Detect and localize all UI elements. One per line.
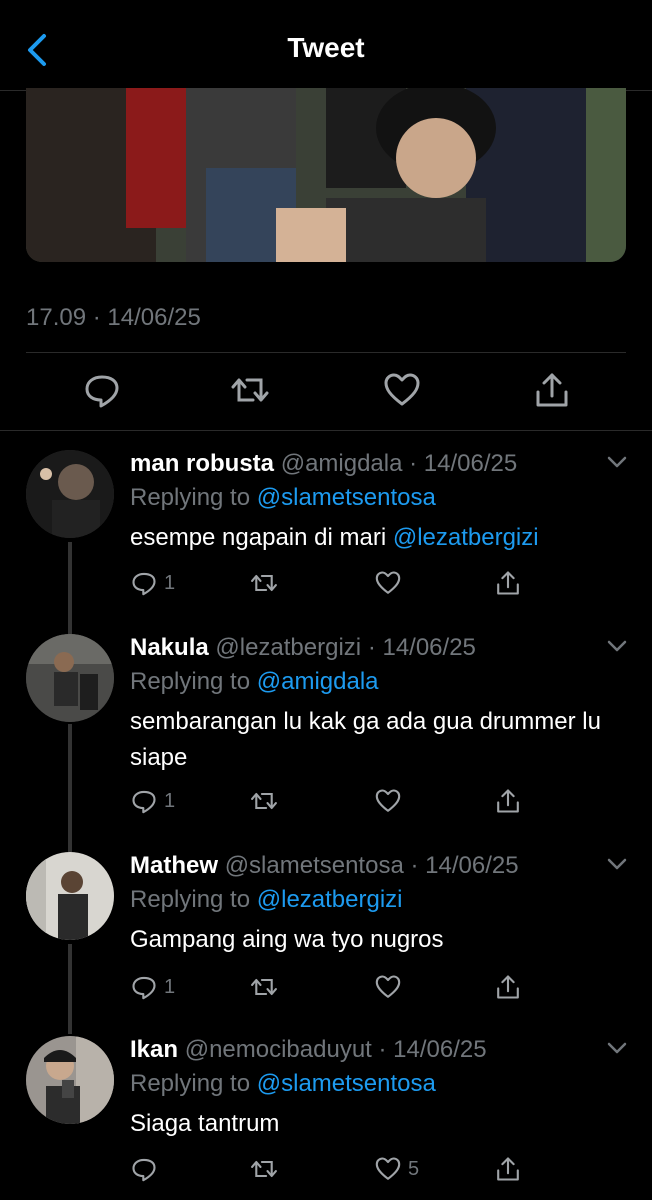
- chevron-down-icon[interactable]: [606, 856, 628, 872]
- reply-button[interactable]: 1: [130, 786, 175, 816]
- display-name[interactable]: Ikan: [130, 1036, 178, 1063]
- retweet-icon: [251, 1160, 277, 1178]
- replying-to: Replying to @slametsentosa: [130, 484, 436, 511]
- reply-icon: [132, 1158, 156, 1182]
- share-button[interactable]: [494, 568, 522, 598]
- mention-link[interactable]: @amigdala: [257, 668, 379, 695]
- retweet-icon: [251, 574, 277, 592]
- reply-button[interactable]: 1: [130, 972, 175, 1002]
- reply-action-bar: 1: [130, 786, 530, 816]
- handle: @slametsentosa: [224, 852, 404, 879]
- date: · 14/06/25: [410, 852, 519, 879]
- share-icon: [497, 975, 519, 999]
- chevron-down-icon[interactable]: [606, 1040, 628, 1056]
- divider: [0, 430, 652, 431]
- handle: @amigdala: [280, 450, 403, 477]
- like-count: 5: [408, 1157, 420, 1180]
- share-button[interactable]: [494, 786, 522, 816]
- date: · 14/06/25: [378, 1036, 487, 1063]
- display-name[interactable]: Mathew: [130, 852, 218, 879]
- share-icon: [497, 789, 519, 813]
- reply-count: 1: [164, 571, 176, 594]
- like-button[interactable]: [374, 786, 408, 816]
- reply-button[interactable]: 1: [130, 568, 175, 598]
- display-name[interactable]: Nakula: [130, 634, 209, 661]
- display-name[interactable]: man robusta: [130, 450, 274, 477]
- mention-link[interactable]: @lezatbergizi: [257, 886, 403, 913]
- avatar[interactable]: [26, 634, 114, 722]
- date: · 14/06/25: [367, 634, 476, 661]
- reply-tweet[interactable]: Ikan @nemocibaduyut · 14/06/25 Replying …: [0, 1036, 652, 1200]
- reply-tweet[interactable]: man robusta @amigdala · 14/06/25 Replyin…: [0, 450, 652, 620]
- mention-link[interactable]: @lezatbergizi: [393, 524, 539, 551]
- avatar[interactable]: [26, 1036, 114, 1124]
- retweet-button[interactable]: [250, 1154, 278, 1184]
- mention-link[interactable]: @slametsentosa: [257, 484, 436, 511]
- retweet-button[interactable]: [250, 786, 278, 816]
- reply-count: 1: [164, 975, 176, 998]
- divider: [26, 352, 626, 353]
- mention-link[interactable]: @slametsentosa: [257, 1070, 436, 1097]
- replying-to: Replying to @lezatbergizi: [130, 886, 403, 913]
- page-title: Tweet: [287, 32, 365, 63]
- date: · 14/06/25: [409, 450, 518, 477]
- retweet-icon[interactable]: [230, 370, 270, 410]
- like-button[interactable]: 5: [374, 1154, 419, 1184]
- reply-count: 1: [164, 789, 176, 812]
- share-icon: [497, 571, 519, 595]
- like-icon: [375, 789, 401, 812]
- replying-to: Replying to @amigdala: [130, 668, 379, 695]
- like-icon: [375, 975, 401, 998]
- reply-icon: [132, 572, 156, 596]
- like-icon: [375, 571, 401, 594]
- tweet-action-bar: [26, 370, 626, 410]
- share-icon: [497, 1157, 519, 1181]
- reply-text: Siaga tantrum: [130, 1110, 280, 1137]
- avatar[interactable]: [26, 852, 114, 940]
- tweet-timestamp: 17.09 · 14/06/25: [26, 304, 201, 331]
- retweet-icon: [251, 792, 277, 810]
- reply-action-bar: 1: [130, 568, 530, 598]
- replying-to: Replying to @slametsentosa: [130, 1070, 436, 1097]
- reply-button[interactable]: [130, 1154, 164, 1184]
- reply-text: Gampang aing wa tyo nugros: [130, 926, 444, 953]
- reply-text: esempe ngapain di mari @lezatbergizi: [130, 524, 539, 551]
- chevron-down-icon[interactable]: [606, 454, 628, 470]
- share-button[interactable]: [494, 1154, 522, 1184]
- retweet-button[interactable]: [250, 568, 278, 598]
- reply-action-bar: 5: [130, 1154, 530, 1184]
- top-bar: Tweet: [0, 0, 652, 91]
- handle: @nemocibaduyut: [184, 1036, 372, 1063]
- reply-tweet[interactable]: Nakula @lezatbergizi · 14/06/25 Replying…: [0, 634, 652, 834]
- like-icon: [375, 1157, 401, 1180]
- avatar[interactable]: [26, 450, 114, 538]
- chevron-down-icon[interactable]: [606, 638, 628, 654]
- like-button[interactable]: [374, 568, 408, 598]
- reply-icon: [132, 790, 156, 814]
- like-icon[interactable]: [382, 370, 422, 410]
- retweet-button[interactable]: [250, 972, 278, 1002]
- tweet-photo[interactable]: [26, 88, 626, 262]
- reply-action-bar: 1: [130, 972, 530, 1002]
- handle: @lezatbergizi: [215, 634, 362, 661]
- reply-text: sembarangan lu kak ga ada gua drummer lu…: [130, 708, 601, 771]
- reply-icon[interactable]: [82, 370, 122, 410]
- reply-tweet[interactable]: Mathew @slametsentosa · 14/06/25 Replyin…: [0, 852, 652, 1022]
- like-button[interactable]: [374, 972, 408, 1002]
- share-icon[interactable]: [532, 370, 572, 410]
- retweet-icon: [251, 978, 277, 996]
- share-button[interactable]: [494, 972, 522, 1002]
- reply-icon: [132, 976, 156, 1000]
